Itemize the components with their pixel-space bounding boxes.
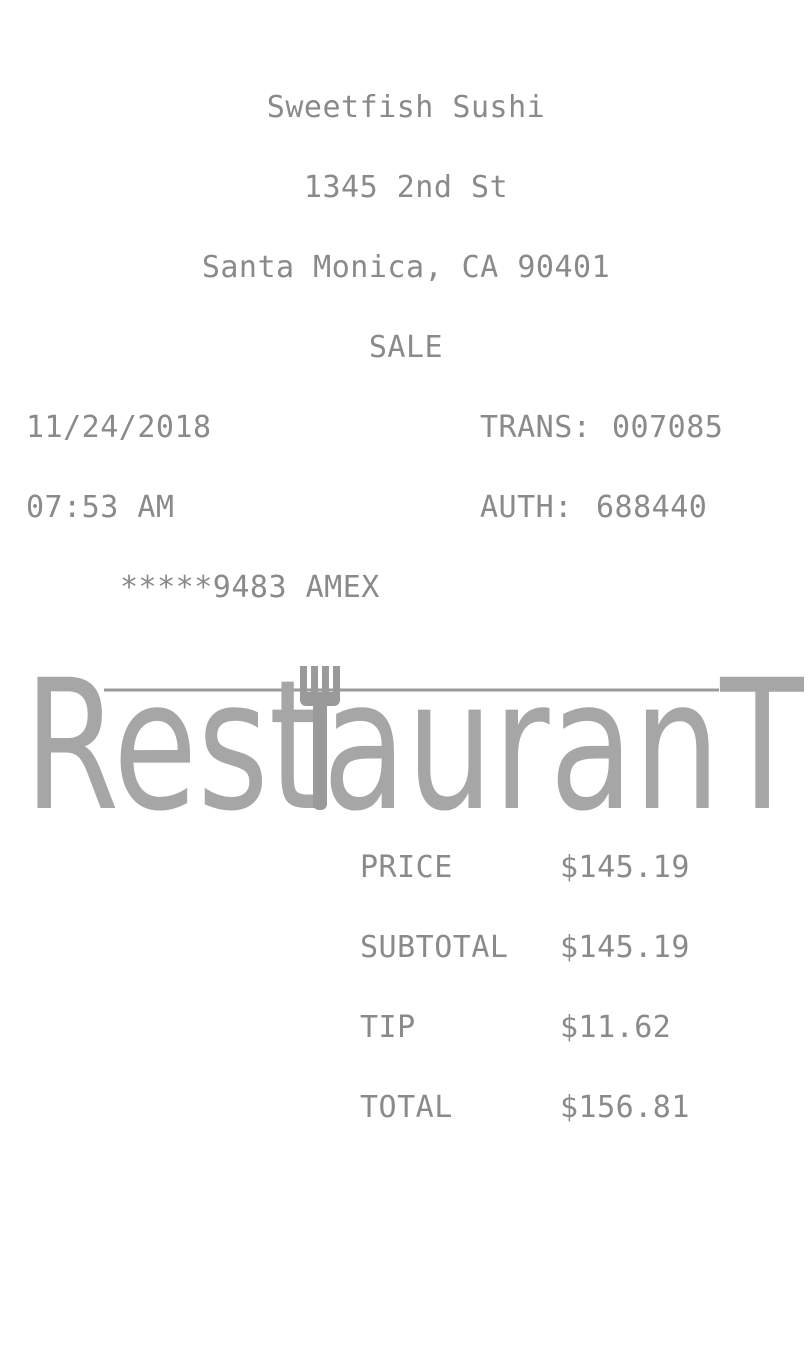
- subtotal-amount: $145.19: [560, 930, 690, 965]
- trans-number: 007085: [612, 410, 724, 445]
- tip-amount: $11.62: [560, 1010, 672, 1045]
- transaction-type: SALE: [368, 330, 444, 365]
- restaurant-logo: RestauranT: [24, 660, 804, 820]
- transaction-date: 11/24/2018: [26, 410, 212, 445]
- transaction-time: 07:53 AM: [26, 490, 175, 525]
- subtotal-label: SUBTOTAL: [360, 930, 509, 965]
- receipt: Sweetfish Sushi 1345 2nd St Santa Monica…: [0, 0, 812, 1354]
- auth-label: AUTH:: [480, 490, 573, 525]
- trans-label: TRANS:: [480, 410, 592, 445]
- store-address-line2: Santa Monica, CA 90401: [201, 250, 611, 285]
- price-label: PRICE: [360, 850, 453, 885]
- store-name: Sweetfish Sushi: [266, 90, 546, 125]
- price-amount: $145.19: [560, 850, 690, 885]
- logo-wordmark: RestauranT: [24, 660, 804, 820]
- card-info: *****9483 AMEX: [120, 570, 380, 605]
- total-amount: $156.81: [560, 1090, 690, 1125]
- total-label: TOTAL: [360, 1090, 453, 1125]
- tip-label: TIP: [360, 1010, 416, 1045]
- store-address-line1: 1345 2nd St: [303, 170, 509, 205]
- auth-number: 688440: [596, 490, 708, 525]
